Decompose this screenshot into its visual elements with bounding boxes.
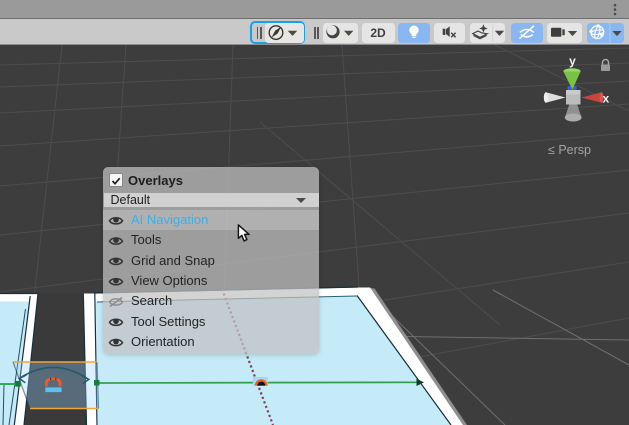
svg-text:y: y (569, 54, 576, 68)
svg-text:≤ Persp: ≤ Persp (548, 143, 591, 157)
svg-text:x: x (602, 92, 609, 106)
